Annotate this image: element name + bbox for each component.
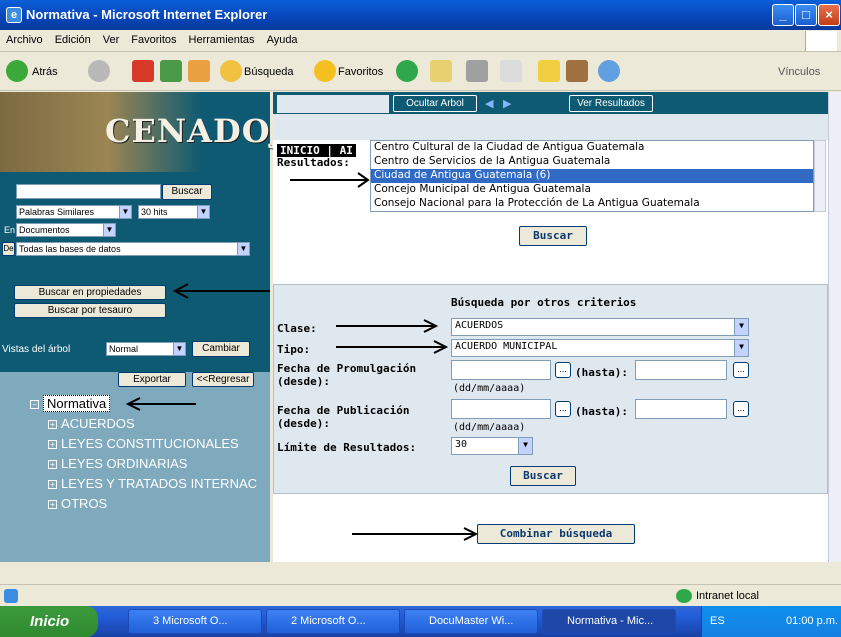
status-bar: Intranet local [0, 584, 841, 606]
task-label: 3 Microsoft O... [153, 615, 228, 627]
task-word[interactable]: 3 Microsoft O... [128, 609, 262, 634]
task-normativa[interactable]: Normativa - Mic... [542, 609, 676, 634]
start-button[interactable]: Inicio [0, 606, 98, 637]
start-label: Inicio [30, 613, 70, 630]
task-documaster[interactable]: DocuMaster Wi... [404, 609, 538, 634]
task-label: 2 Microsoft O... [291, 615, 366, 627]
horizontal-scrollbars[interactable] [0, 562, 841, 584]
zone-label: Intranet local [696, 590, 759, 602]
task-label: Normativa - Mic... [567, 615, 654, 627]
taskbar: Inicio 3 Microsoft O... 2 Microsoft O...… [0, 606, 841, 637]
system-tray: ES 01:00 p.m. [701, 606, 841, 637]
intranet-icon [676, 589, 692, 603]
task-outlook[interactable]: 2 Microsoft O... [266, 609, 400, 634]
annotation-arrows [125, 172, 479, 541]
language-indicator[interactable]: ES [710, 615, 725, 627]
page-icon [4, 589, 18, 603]
clock[interactable]: 01:00 p.m. [786, 615, 838, 627]
task-label: DocuMaster Wi... [429, 615, 514, 627]
